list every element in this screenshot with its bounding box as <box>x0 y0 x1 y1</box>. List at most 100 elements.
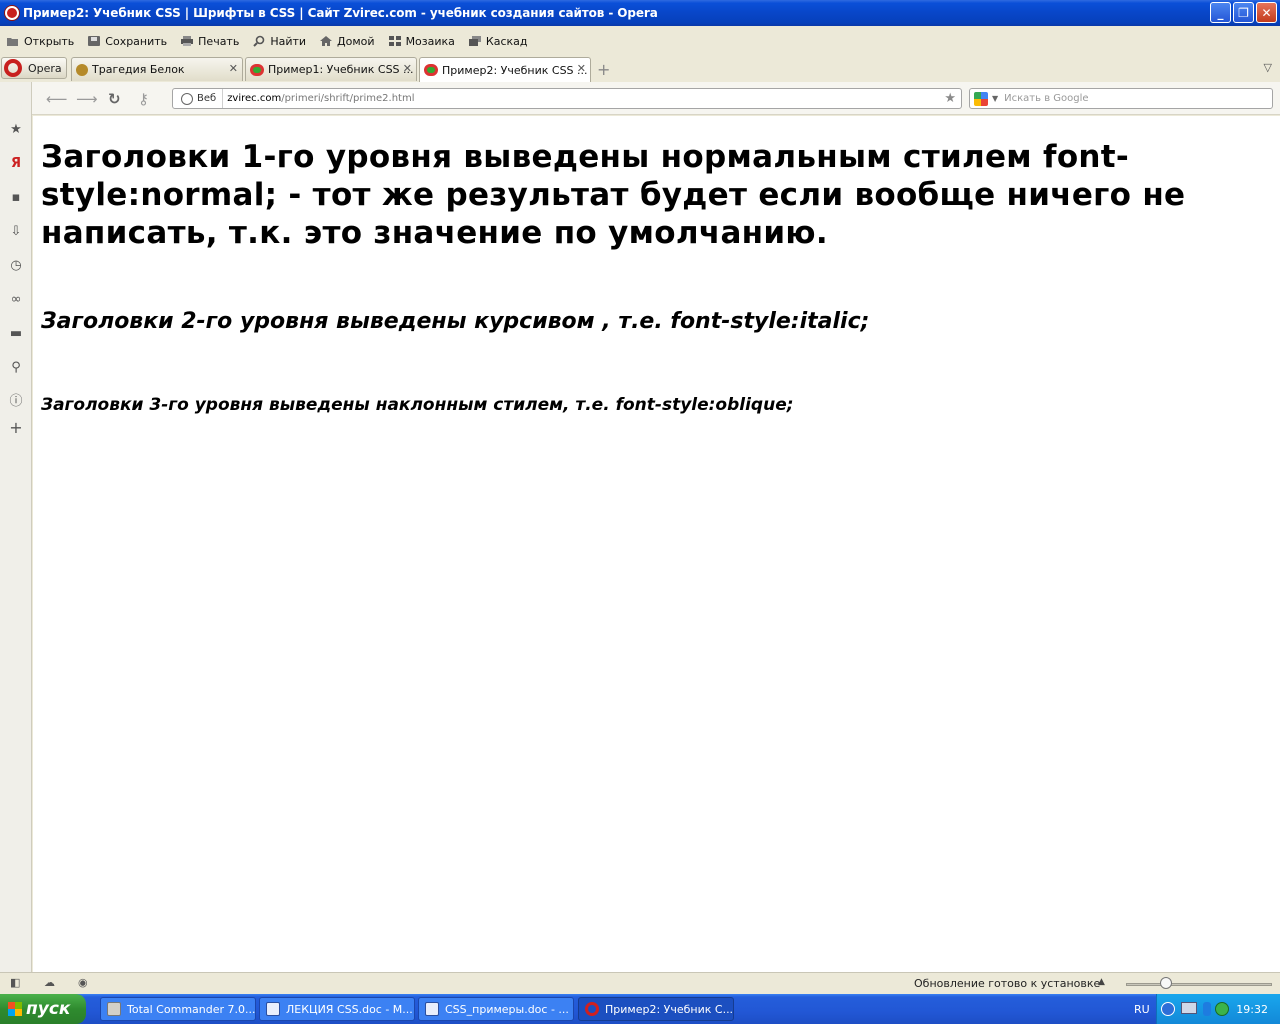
links-icon[interactable]: ∞ <box>8 292 24 308</box>
tab-close-icon[interactable]: ✕ <box>577 62 586 75</box>
save-button[interactable]: Сохранить <box>87 35 167 48</box>
tab-label: Пример1: Учебник CSS ... <box>268 63 414 76</box>
heading-3: Заголовки 3-го уровня выведены наклонным… <box>41 395 794 415</box>
windows-icon[interactable]: ▬ <box>8 326 24 342</box>
url-text[interactable]: zvirec.com/primeri/shrift/prime2.html <box>223 93 414 104</box>
zvirec-favicon-icon <box>424 64 438 76</box>
status-bar: ◧ ☁ ◉ Обновление готово к установке ▲ <box>0 972 1280 994</box>
windows-logo-icon <box>8 1002 22 1016</box>
zoom-slider-thumb[interactable] <box>1160 977 1172 989</box>
start-button[interactable]: пуск <box>0 994 86 1024</box>
find-button[interactable]: Найти <box>252 35 306 48</box>
tile-icon <box>388 35 402 47</box>
tab-close-icon[interactable]: ✕ <box>229 62 238 75</box>
find-label: Найти <box>270 34 307 48</box>
heading-1: Заголовки 1-го уровня выведены нормальны… <box>41 139 1186 251</box>
open-button[interactable]: Открыть <box>6 35 74 48</box>
squirrel-favicon-icon <box>76 63 88 76</box>
language-indicator[interactable]: RU <box>1134 1003 1150 1016</box>
chevron-up-icon[interactable]: ▲ <box>1098 977 1105 987</box>
home-button[interactable]: Домой <box>319 35 375 48</box>
bookmarks-star-icon[interactable]: ★ <box>8 122 24 138</box>
side-panel: ★ Я ▪ ⇩ ◷ ∞ ▬ ⚲ ⓘ + <box>0 82 32 972</box>
find-icon <box>252 35 266 47</box>
search-icon[interactable]: ⚲ <box>8 360 24 376</box>
search-placeholder: Искать в Google <box>1004 93 1089 104</box>
task-label: Пример2: Учебник С... <box>605 1002 734 1016</box>
task-lekciya-css[interactable]: ЛЕКЦИЯ CSS.doc - M... <box>259 997 415 1021</box>
address-bar[interactable]: Веб zvirec.com/primeri/shrift/prime2.htm… <box>172 88 962 109</box>
new-tab-icon[interactable]: + <box>597 60 610 79</box>
window-title: Пример2: Учебник CSS | Шрифты в CSS | Са… <box>23 6 658 20</box>
url-host: zvirec.com <box>227 93 282 104</box>
task-css-primery[interactable]: CSS_примеры.doc - ... <box>418 997 574 1021</box>
word-doc-icon <box>425 1002 439 1016</box>
word-doc-icon <box>266 1002 280 1016</box>
turbo-icon[interactable]: ◉ <box>78 977 92 989</box>
close-button[interactable]: ✕ <box>1256 2 1277 23</box>
antivirus-icon[interactable] <box>1215 1002 1229 1016</box>
tab-close-icon[interactable]: ✕ <box>403 62 412 75</box>
opera-menu-label: Opera <box>28 61 62 75</box>
task-opera-primer2[interactable]: Пример2: Учебник С... <box>578 997 734 1021</box>
page-content: Заголовки 1-го уровня выведены нормальны… <box>33 116 1280 972</box>
url-path: /primeri/shrift/prime2.html <box>281 93 415 104</box>
unite-cloud-icon[interactable]: ☁ <box>44 977 58 989</box>
bookmark-star-icon[interactable]: ★ <box>944 91 956 106</box>
main-toolbar: Открыть Сохранить Печать Найти Домой Моз… <box>0 26 1280 56</box>
task-label: CSS_примеры.doc - ... <box>445 1002 569 1016</box>
home-icon <box>319 35 333 47</box>
cascade-label: Каскад <box>485 34 528 48</box>
info-icon[interactable]: ⓘ <box>8 394 24 410</box>
volume-icon[interactable] <box>1203 1002 1211 1016</box>
open-label: Открыть <box>24 34 75 48</box>
tab-tragedia-belok[interactable]: Трагедия Белок ✕ <box>71 57 243 81</box>
print-button[interactable]: Печать <box>180 35 239 48</box>
heading-2: Заголовки 2-го уровня выведены курсивом … <box>41 309 870 334</box>
add-panel-icon[interactable]: + <box>8 420 24 436</box>
wand-key-icon[interactable]: ⚷ <box>138 90 149 108</box>
history-clock-icon[interactable]: ◷ <box>8 258 24 274</box>
update-notice[interactable]: Обновление готово к установке <box>914 977 1100 990</box>
opera-menu-button[interactable]: Opera <box>1 57 67 79</box>
downloads-icon[interactable]: ⇩ <box>8 224 24 240</box>
start-label: пуск <box>26 999 71 1019</box>
clock[interactable]: 19:32 <box>1236 1003 1268 1016</box>
web-badge[interactable]: Веб <box>173 89 224 108</box>
save-label: Сохранить <box>105 34 168 48</box>
print-label: Печать <box>198 34 240 48</box>
opera-logo-icon <box>4 59 22 77</box>
search-input[interactable]: ▼ Искать в Google <box>969 88 1273 109</box>
title-bar: Пример2: Учебник CSS | Шрифты в CSS | Са… <box>0 0 1280 26</box>
tab-label: Пример2: Учебник CSS ... <box>442 63 588 77</box>
tab-list-chevron-icon[interactable]: ▽ <box>1264 61 1272 74</box>
taskbar: пуск Total Commander 7.0... ЛЕКЦИЯ CSS.d… <box>0 994 1280 1024</box>
total-commander-icon <box>107 1002 121 1016</box>
network-icon[interactable] <box>1181 1002 1197 1014</box>
task-label: ЛЕКЦИЯ CSS.doc - M... <box>286 1002 413 1016</box>
window-controls: _ ❐ ✕ <box>1210 2 1277 23</box>
cascade-button[interactable]: Каскад <box>468 35 528 48</box>
tab-primer2[interactable]: Пример2: Учебник CSS ... ✕ <box>419 57 591 82</box>
opera-app-icon <box>5 6 19 20</box>
globe-icon <box>181 92 193 105</box>
notes-icon[interactable]: ▪ <box>8 190 24 206</box>
back-icon[interactable]: ⟵ <box>46 90 68 108</box>
task-total-commander[interactable]: Total Commander 7.0... <box>100 997 256 1021</box>
tile-button[interactable]: Мозаика <box>388 35 455 48</box>
yandex-icon[interactable]: Я <box>8 156 24 172</box>
system-tray: 19:32 <box>1156 994 1280 1024</box>
chevron-down-icon[interactable]: ▼ <box>992 94 998 103</box>
web-label: Веб <box>197 93 217 104</box>
minimize-button[interactable]: _ <box>1210 2 1231 23</box>
panel-toggle-icon[interactable]: ◧ <box>10 977 24 989</box>
print-icon <box>180 35 194 47</box>
forward-icon[interactable]: ⟶ <box>76 90 98 108</box>
tray-expand-icon[interactable] <box>1161 1002 1175 1016</box>
maximize-button[interactable]: ❐ <box>1233 2 1254 23</box>
tile-label: Мозаика <box>405 34 455 48</box>
cascade-icon <box>468 35 482 47</box>
tab-primer1[interactable]: Пример1: Учебник CSS ... ✕ <box>245 57 417 81</box>
zoom-slider[interactable] <box>1126 983 1272 986</box>
reload-icon[interactable]: ↻ <box>108 90 121 108</box>
